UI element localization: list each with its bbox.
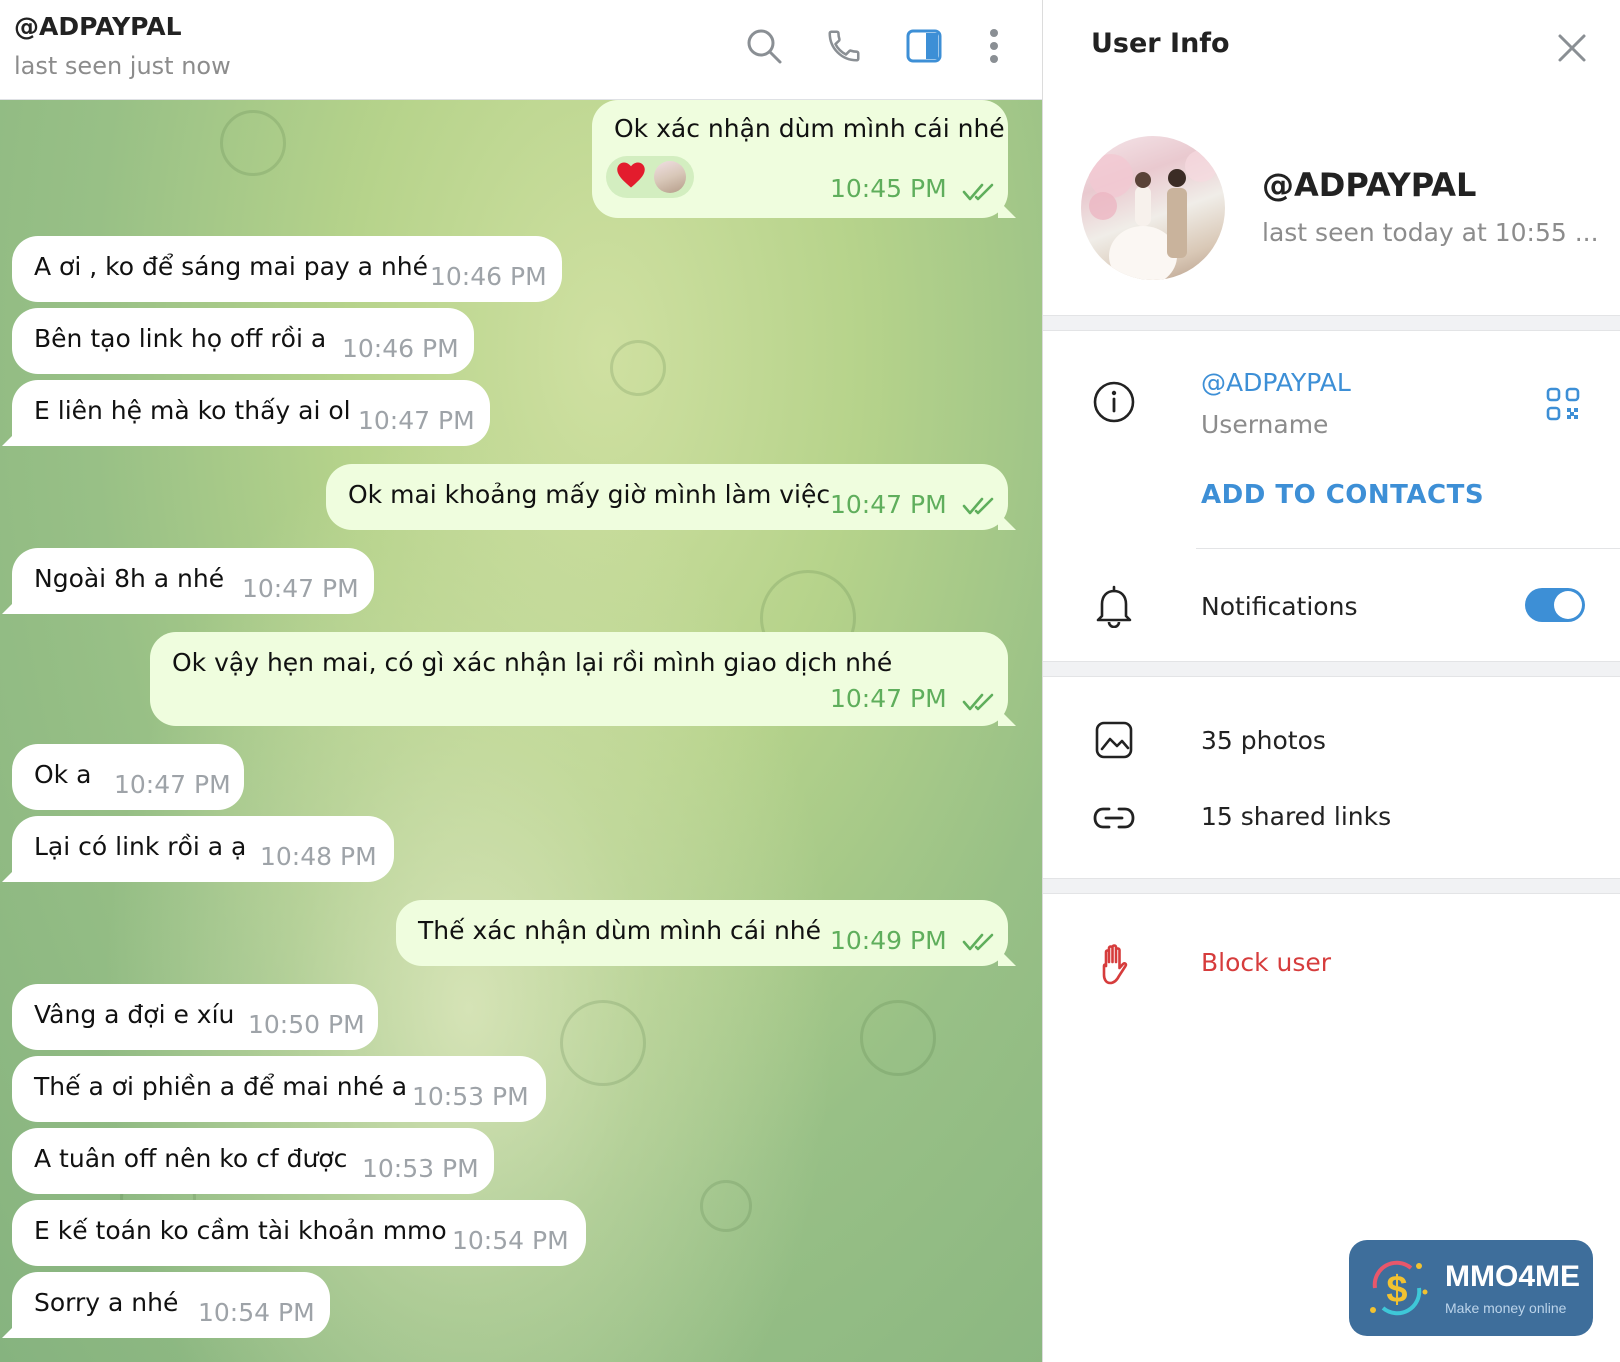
username-label: Username	[1201, 410, 1329, 439]
double-check-icon	[962, 693, 994, 711]
doodle-circle	[700, 1180, 752, 1232]
reaction-badge[interactable]	[606, 156, 694, 198]
bell-icon	[1094, 584, 1134, 628]
message-time: 10:45 PM	[830, 174, 947, 203]
message-time: 10:46 PM	[430, 262, 547, 291]
message-time: 10:47 PM	[830, 684, 947, 713]
message-incoming[interactable]: A tuân off nên ko cf được 10:53 PM	[12, 1128, 494, 1194]
photos-count[interactable]: 35 photos	[1201, 726, 1326, 755]
message-incoming[interactable]: Sorry a nhé 10:54 PM	[2, 1272, 330, 1338]
message-outgoing[interactable]: Ok xác nhận dùm mình cái nhé 10:45 PM	[592, 100, 1016, 218]
username-value[interactable]: @ADPAYPAL	[1201, 368, 1351, 397]
message-time: 10:50 PM	[248, 1010, 365, 1039]
panel-divider	[1042, 0, 1043, 1362]
message-incoming[interactable]: E kế toán ko cầm tài khoản mmo 10:54 PM	[12, 1200, 586, 1266]
watermark-title: MMO4ME	[1445, 1260, 1580, 1293]
message-text: Thế a ơi phiền a để mai nhé a	[34, 1072, 408, 1101]
double-check-icon	[962, 497, 994, 515]
message-time: 10:53 PM	[412, 1082, 529, 1111]
panel-title: User Info	[1091, 28, 1230, 59]
message-text: A tuân off nên ko cf được	[34, 1144, 348, 1173]
message-time: 10:47 PM	[358, 406, 475, 435]
message-time: 10:46 PM	[342, 334, 459, 363]
info-icon	[1092, 380, 1136, 424]
doodle-circle	[220, 110, 286, 176]
doodle-circle	[610, 340, 666, 396]
phone-icon[interactable]	[820, 22, 868, 70]
message-time: 10:47 PM	[830, 490, 947, 519]
message-incoming[interactable]: Ngoài 8h a nhé 10:47 PM	[2, 548, 374, 614]
chat-background: Ok xác nhận dùm mình cái nhé 10:45 PM A …	[0, 100, 1042, 1362]
shared-links-count[interactable]: 15 shared links	[1201, 802, 1391, 831]
double-check-icon	[962, 933, 994, 951]
row-divider	[1196, 548, 1620, 549]
profile-avatar[interactable]	[1081, 136, 1225, 280]
message-time: 10:49 PM	[830, 926, 947, 955]
message-incoming[interactable]: E liên hệ mà ko thấy ai ol 10:47 PM	[2, 380, 490, 446]
message-outgoing[interactable]: Ok vậy hẹn mai, có gì xác nhận lại rồi m…	[150, 632, 1016, 726]
search-icon[interactable]	[740, 22, 788, 70]
message-incoming[interactable]: Ok a 10:47 PM	[12, 744, 244, 810]
message-outgoing[interactable]: Thế xác nhận dùm mình cái nhé 10:49 PM	[396, 900, 1016, 966]
message-time: 10:47 PM	[242, 574, 359, 603]
toggle-knob	[1554, 591, 1582, 619]
photo-icon	[1094, 720, 1134, 760]
message-time: 10:47 PM	[114, 770, 231, 799]
message-time: 10:54 PM	[452, 1226, 569, 1255]
svg-text:$: $	[1386, 1269, 1407, 1311]
reactor-avatar	[654, 161, 686, 193]
message-text: Thế xác nhận dùm mình cái nhé	[418, 916, 822, 945]
more-vertical-icon[interactable]	[970, 22, 1018, 70]
heart-icon	[616, 161, 646, 193]
message-text: Sorry a nhé	[34, 1288, 179, 1317]
link-icon	[1092, 798, 1136, 838]
hand-stop-icon	[1096, 942, 1136, 986]
message-incoming[interactable]: A ơi , ko để sáng mai pay a nhé 10:46 PM	[12, 236, 562, 302]
wedding-photo-icon	[1089, 150, 1217, 280]
message-text: Lại có link rồi a ạ	[34, 832, 247, 861]
message-text: Bên tạo link họ off rồi a	[34, 324, 327, 353]
message-outgoing[interactable]: Ok mai khoảng mấy giờ mình làm việc 10:4…	[326, 464, 1016, 530]
message-text: Ok xác nhận dùm mình cái nhé	[614, 114, 1005, 143]
message-text: E liên hệ mà ko thấy ai ol	[34, 396, 351, 425]
profile-name: @ADPAYPAL	[1262, 166, 1477, 204]
chat-status: last seen just now	[14, 52, 231, 80]
close-icon[interactable]	[1552, 28, 1592, 68]
add-to-contacts-button[interactable]: ADD TO CONTACTS	[1201, 480, 1484, 510]
dollar-logo-icon: $	[1370, 1260, 1428, 1316]
notifications-label: Notifications	[1201, 592, 1358, 621]
message-incoming[interactable]: Bên tạo link họ off rồi a 10:46 PM	[12, 308, 474, 374]
message-text: Ok mai khoảng mấy giờ mình làm việc	[348, 480, 831, 509]
notifications-toggle[interactable]	[1525, 588, 1585, 622]
double-check-icon	[962, 183, 994, 201]
message-text: Ngoài 8h a nhé	[34, 564, 225, 593]
message-time: 10:53 PM	[362, 1154, 479, 1183]
message-time: 10:48 PM	[260, 842, 377, 871]
doodle-circle	[560, 1000, 646, 1086]
message-incoming[interactable]: Thế a ơi phiền a để mai nhé a 10:53 PM	[12, 1056, 546, 1122]
message-time: 10:54 PM	[198, 1298, 315, 1327]
message-text: Vâng a đợi e xíu	[34, 1000, 235, 1029]
doodle-circle	[860, 1000, 936, 1076]
sidebar-panel-icon[interactable]	[900, 22, 948, 70]
section-separator	[1043, 315, 1620, 331]
mmo4me-watermark: $ MMO4ME Make money online	[1349, 1240, 1593, 1336]
chat-title[interactable]: @ADPAYPAL	[14, 12, 182, 41]
block-user-button[interactable]: Block user	[1201, 948, 1331, 977]
message-text: Ok a	[34, 760, 92, 789]
message-incoming[interactable]: Vâng a đợi e xíu 10:50 PM	[12, 984, 378, 1050]
section-separator	[1043, 878, 1620, 894]
message-text: Ok vậy hẹn mai, có gì xác nhận lại rồi m…	[172, 648, 893, 677]
section-separator	[1043, 661, 1620, 677]
qr-code-icon[interactable]	[1545, 386, 1581, 422]
message-text: E kế toán ko cầm tài khoản mmo	[34, 1216, 447, 1245]
watermark-subtitle: Make money online	[1445, 1300, 1567, 1316]
message-text: A ơi , ko để sáng mai pay a nhé	[34, 252, 428, 281]
chat-header: @ADPAYPAL last seen just now	[0, 0, 1042, 100]
profile-status: last seen today at 10:55 ...	[1262, 218, 1599, 247]
message-incoming[interactable]: Lại có link rồi a ạ 10:48 PM	[2, 816, 394, 882]
